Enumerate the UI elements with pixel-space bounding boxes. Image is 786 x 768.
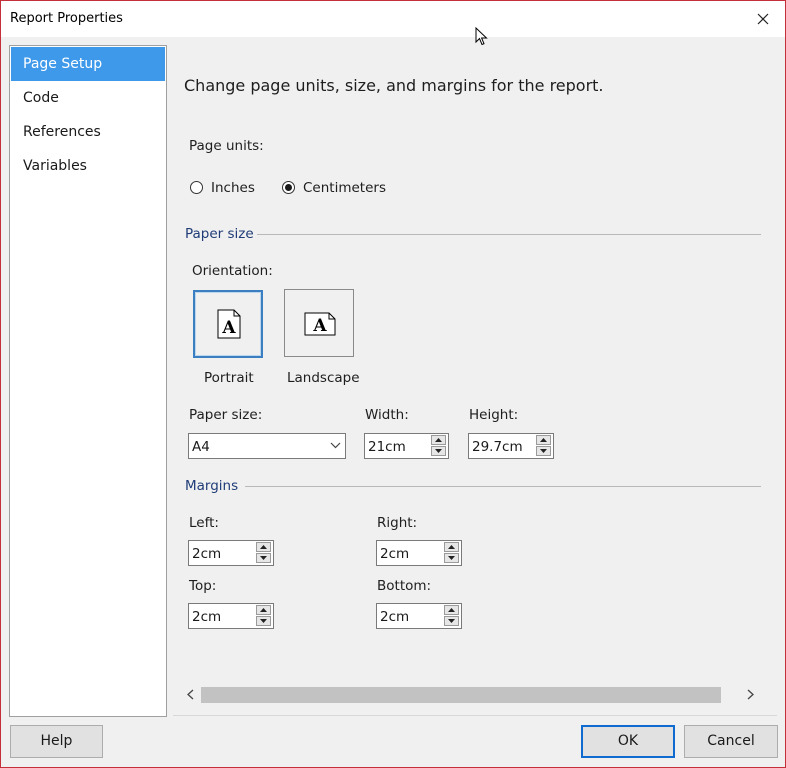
top-margin-decrement-button[interactable] <box>256 616 271 626</box>
inches-radio[interactable] <box>190 181 203 194</box>
height-decrement-button[interactable] <box>536 446 551 456</box>
landscape-label[interactable]: Landscape <box>287 370 360 386</box>
left-margin-decrement-button[interactable] <box>256 553 271 563</box>
spin-down-icon <box>260 556 267 560</box>
margins-section-title: Margins <box>185 478 239 494</box>
page-heading: Change page units, size, and margins for… <box>184 76 604 95</box>
centimeters-radio[interactable] <box>282 181 295 194</box>
right-margin-label: Right: <box>377 515 418 531</box>
sidebar-item-code[interactable]: Code <box>11 81 165 115</box>
cancel-button[interactable]: Cancel <box>684 725 778 758</box>
right-margin-decrement-button[interactable] <box>444 553 459 563</box>
height-spinbox[interactable]: 29.7cm <box>468 433 554 459</box>
left-margin-label: Left: <box>189 515 219 531</box>
width-spinbox[interactable]: 21cm <box>364 433 449 459</box>
spin-up-icon <box>540 438 547 442</box>
spin-up-icon <box>435 438 442 442</box>
spin-down-icon <box>448 619 455 623</box>
spin-up-icon <box>260 545 267 549</box>
inches-radio-label[interactable]: Inches <box>211 180 255 196</box>
top-margin-spinbox[interactable]: 2cm <box>188 603 274 629</box>
spin-down-icon <box>448 556 455 560</box>
sidebar-item-variables[interactable]: Variables <box>11 149 165 183</box>
height-value: 29.7cm <box>472 439 523 455</box>
width-increment-button[interactable] <box>431 435 446 445</box>
sidebar-item-references[interactable]: References <box>11 115 165 149</box>
chevron-left-icon <box>186 689 193 699</box>
chevron-right-icon <box>747 689 754 699</box>
width-label: Width: <box>365 407 409 423</box>
mouse-cursor-icon <box>475 27 488 46</box>
scrollbar-thumb[interactable] <box>201 687 721 703</box>
portrait-label[interactable]: Portrait <box>204 370 254 386</box>
paper-size-value: A4 <box>192 439 210 455</box>
spin-up-icon <box>260 608 267 612</box>
window-title: Report Properties <box>10 11 123 26</box>
top-margin-increment-button[interactable] <box>256 605 271 615</box>
left-margin-increment-button[interactable] <box>256 542 271 552</box>
spin-up-icon <box>448 545 455 549</box>
height-label: Height: <box>469 407 519 423</box>
right-margin-increment-button[interactable] <box>444 542 459 552</box>
scroll-left-button[interactable] <box>181 685 199 703</box>
footer-divider <box>173 715 777 716</box>
close-icon <box>757 13 769 25</box>
ok-button[interactable]: OK <box>581 725 675 758</box>
spin-up-icon <box>448 608 455 612</box>
bottom-margin-value: 2cm <box>380 609 410 625</box>
title-bar: Report Properties <box>1 1 785 37</box>
right-margin-value: 2cm <box>380 546 410 562</box>
help-button[interactable]: Help <box>10 725 103 758</box>
scroll-right-button[interactable] <box>741 685 759 703</box>
paper-size-divider <box>257 234 761 235</box>
paper-size-dropdown[interactable]: A4 <box>188 433 346 459</box>
landscape-option[interactable]: A <box>284 289 354 357</box>
top-margin-value: 2cm <box>192 609 222 625</box>
page-setup-panel: Change page units, size, and margins for… <box>173 45 777 715</box>
height-increment-button[interactable] <box>536 435 551 445</box>
right-margin-spinbox[interactable]: 2cm <box>376 540 462 566</box>
report-properties-dialog: Report Properties Page Setup Code Refere… <box>0 0 786 768</box>
spin-down-icon <box>540 449 547 453</box>
left-margin-value: 2cm <box>192 546 222 562</box>
paper-size-section-title: Paper size <box>185 226 254 242</box>
width-value: 21cm <box>368 439 406 455</box>
radio-selected-dot <box>285 184 292 191</box>
top-margin-label: Top: <box>189 578 217 594</box>
portrait-glyph: A <box>221 318 236 338</box>
bottom-margin-decrement-button[interactable] <box>444 616 459 626</box>
margins-divider <box>245 486 761 487</box>
sidebar-item-page-setup[interactable]: Page Setup <box>11 47 165 81</box>
close-button[interactable] <box>741 1 785 37</box>
spin-down-icon <box>435 449 442 453</box>
horizontal-scrollbar[interactable] <box>173 685 773 703</box>
portrait-page-icon: A <box>217 309 241 339</box>
portrait-option[interactable]: A <box>193 290 263 358</box>
chevron-down-icon <box>330 442 341 449</box>
left-margin-spinbox[interactable]: 2cm <box>188 540 274 566</box>
spin-down-icon <box>260 619 267 623</box>
landscape-page-icon: A <box>304 312 336 336</box>
width-decrement-button[interactable] <box>431 446 446 456</box>
landscape-glyph: A <box>312 316 327 336</box>
orientation-label: Orientation: <box>192 263 273 279</box>
sidebar: Page Setup Code References Variables <box>9 45 167 717</box>
centimeters-radio-label[interactable]: Centimeters <box>303 180 386 196</box>
paper-size-label: Paper size: <box>189 407 263 423</box>
bottom-margin-spinbox[interactable]: 2cm <box>376 603 462 629</box>
bottom-margin-label: Bottom: <box>377 578 432 594</box>
bottom-margin-increment-button[interactable] <box>444 605 459 615</box>
page-units-label: Page units: <box>189 138 264 154</box>
